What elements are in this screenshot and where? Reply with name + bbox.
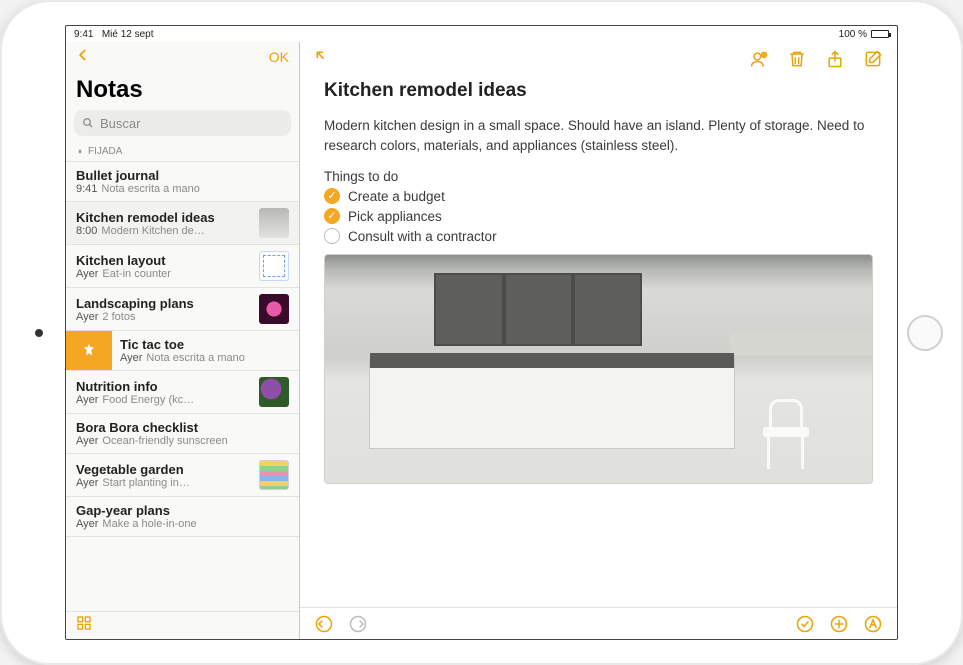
note-item-thumbnail xyxy=(259,460,289,490)
home-button[interactable] xyxy=(907,315,943,351)
note-list-item[interactable]: Bullet journal9:41Nota escrita a mano xyxy=(66,162,299,202)
grid-view-icon[interactable] xyxy=(76,615,92,636)
note-item-title: Tic tac toe xyxy=(120,337,289,352)
redo-icon[interactable] xyxy=(348,614,368,634)
note-item-preview: 9:41Nota escrita a mano xyxy=(76,183,289,195)
note-attached-image[interactable] xyxy=(324,254,873,484)
checkbox-checked-icon[interactable] xyxy=(324,208,340,224)
note-item-preview: 8:00Modern Kitchen de… xyxy=(76,225,251,237)
note-list-item[interactable]: Kitchen layoutAyerEat-in counter xyxy=(66,245,299,288)
note-detail: Kitchen remodel ideas Modern kitchen des… xyxy=(300,42,897,639)
note-paragraph: Modern kitchen design in a small space. … xyxy=(324,116,873,155)
trash-icon[interactable] xyxy=(787,49,807,69)
note-item-title: Vegetable garden xyxy=(76,462,251,477)
todo-header: Things to do xyxy=(324,169,873,184)
note-item-thumbnail xyxy=(259,251,289,281)
share-icon[interactable] xyxy=(825,49,845,69)
note-item-title: Landscaping plans xyxy=(76,296,251,311)
checkbox-checked-icon[interactable] xyxy=(324,188,340,204)
note-item-preview: Ayer2 fotos xyxy=(76,311,251,323)
note-item-preview: AyerNota escrita a mano xyxy=(120,352,289,364)
note-list-item[interactable]: Kitchen remodel ideas8:00Modern Kitchen … xyxy=(66,202,299,245)
note-title: Kitchen remodel ideas xyxy=(324,80,873,102)
markup-icon[interactable] xyxy=(863,614,883,634)
note-item-preview: AyerOcean-friendly sunscreen xyxy=(76,435,289,447)
sidebar: OK Notas Buscar FIJADA Bullet journal9:4… xyxy=(66,42,300,639)
undo-icon[interactable] xyxy=(314,614,334,634)
note-body[interactable]: Kitchen remodel ideas Modern kitchen des… xyxy=(300,76,897,607)
note-list-item[interactable]: Landscaping plansAyer2 fotos xyxy=(66,288,299,331)
pinned-section-header: FIJADA xyxy=(66,142,299,162)
pin-swipe-action[interactable] xyxy=(66,331,112,370)
ipad-device-frame: 9:41 Mié 12 sept 100 % OK Notas xyxy=(0,0,963,665)
note-item-title: Kitchen remodel ideas xyxy=(76,210,251,225)
note-item-title: Gap-year plans xyxy=(76,503,289,518)
note-item-preview: AyerStart planting in… xyxy=(76,477,251,489)
status-date: Mié 12 sept xyxy=(102,29,154,40)
ok-button[interactable]: OK xyxy=(269,49,289,65)
back-button[interactable] xyxy=(76,48,90,67)
collaborate-icon[interactable] xyxy=(749,49,769,69)
checklist-icon[interactable] xyxy=(795,614,815,634)
pinned-section-label: FIJADA xyxy=(88,146,122,157)
sidebar-footer xyxy=(66,611,299,639)
note-list[interactable]: Bullet journal9:41Nota escrita a manoKit… xyxy=(66,162,299,611)
add-icon[interactable] xyxy=(829,614,849,634)
note-item-title: Nutrition info xyxy=(76,379,251,394)
todo-label: Create a budget xyxy=(348,189,445,204)
detail-toolbar xyxy=(300,42,897,76)
notes-app: OK Notas Buscar FIJADA Bullet journal9:4… xyxy=(66,42,897,639)
battery-percent: 100 % xyxy=(839,29,867,40)
status-time: 9:41 xyxy=(74,29,93,40)
status-bar: 9:41 Mié 12 sept 100 % xyxy=(66,26,897,42)
detail-footer xyxy=(300,607,897,639)
todo-item[interactable]: Consult with a contractor xyxy=(324,228,873,244)
note-item-thumbnail xyxy=(259,377,289,407)
todo-label: Consult with a contractor xyxy=(348,229,497,244)
note-item-preview: AyerFood Energy (kc… xyxy=(76,394,251,406)
search-input[interactable]: Buscar xyxy=(74,110,291,136)
screen: 9:41 Mié 12 sept 100 % OK Notas xyxy=(65,25,898,640)
note-list-item[interactable]: Bora Bora checklistAyerOcean-friendly su… xyxy=(66,414,299,454)
note-item-preview: AyerMake a hole-in-one xyxy=(76,518,289,530)
checkbox-unchecked-icon[interactable] xyxy=(324,228,340,244)
note-list-item[interactable]: Vegetable gardenAyerStart planting in… xyxy=(66,454,299,497)
battery-icon xyxy=(871,30,889,38)
note-item-title: Kitchen layout xyxy=(76,253,251,268)
note-item-thumbnail xyxy=(259,208,289,238)
todo-item[interactable]: Pick appliances xyxy=(324,208,873,224)
expand-icon[interactable] xyxy=(314,49,334,69)
note-list-item[interactable]: Gap-year plansAyerMake a hole-in-one xyxy=(66,497,299,537)
note-item-title: Bora Bora checklist xyxy=(76,420,289,435)
todo-list: Create a budget Pick appliances Consult wi… xyxy=(324,188,873,244)
sidebar-title: Notas xyxy=(66,72,299,110)
sidebar-toolbar: OK xyxy=(66,42,299,72)
note-item-thumbnail xyxy=(259,294,289,324)
note-item-title: Bullet journal xyxy=(76,168,289,183)
camera-dot xyxy=(35,329,43,337)
todo-item[interactable]: Create a budget xyxy=(324,188,873,204)
note-list-item[interactable]: Tic tac toeAyerNota escrita a mano xyxy=(66,331,299,371)
todo-label: Pick appliances xyxy=(348,209,442,224)
note-item-preview: AyerEat-in counter xyxy=(76,268,251,280)
search-placeholder: Buscar xyxy=(100,116,140,131)
compose-icon[interactable] xyxy=(863,49,883,69)
note-list-item[interactable]: Nutrition infoAyerFood Energy (kc… xyxy=(66,371,299,414)
